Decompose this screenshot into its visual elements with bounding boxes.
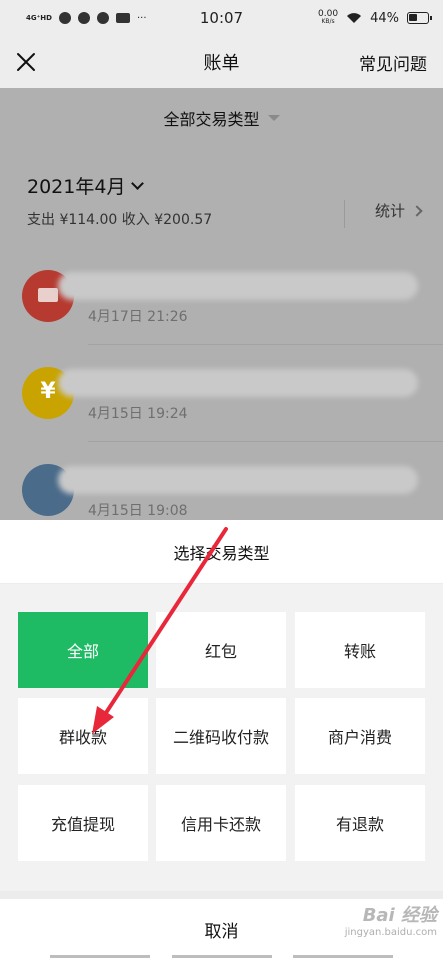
chevron-down-icon — [131, 176, 145, 190]
compass-icon — [96, 12, 109, 24]
option-qr-payment[interactable]: 二维码收付款 — [156, 698, 286, 774]
list-item[interactable]: 4月17日 21:26 — [0, 248, 443, 345]
type-options-grid: 全部 红包 转账 群收款 二维码收付款 商户消费 充值提现 信用卡还款 有退款 — [0, 584, 443, 891]
transaction-time: 4月15日 19:08 — [88, 503, 188, 519]
battery-icon — [407, 12, 432, 24]
month-summary: 2021年4月 支出 ¥114.00 收入 ¥200.57 — [0, 148, 443, 248]
stats-link[interactable]: 统计 — [374, 200, 423, 221]
wechat-icon — [77, 12, 90, 24]
watermark: Bai 经验 jingyan.baidu.com — [345, 901, 437, 938]
nav-gesture-bar — [293, 955, 393, 958]
bill-content-dimmed: 全部交易类型 2021年4月 支出 ¥114.00 收入 ¥200.57 统计 … — [0, 88, 443, 520]
chevron-right-icon — [411, 204, 423, 217]
blurred-merchant-name — [58, 466, 418, 494]
nav-gesture-bar — [172, 955, 272, 958]
month-selector[interactable]: 2021年4月 — [27, 172, 416, 199]
battery-percent: 44% — [370, 10, 399, 26]
option-all[interactable]: 全部 — [18, 612, 148, 688]
signal-bars-icon — [58, 12, 71, 24]
nav-bar: 账单 常见问题 — [0, 36, 443, 88]
stats-label: 统计 — [374, 202, 405, 220]
divider — [344, 200, 345, 228]
network-speed: 0.00 KB/s — [318, 10, 338, 26]
month-label: 2021年4月 — [27, 176, 126, 198]
option-transfer[interactable]: 转账 — [295, 612, 425, 688]
status-right: 0.00 KB/s 44% — [318, 10, 432, 26]
option-topup-withdraw[interactable]: 充值提现 — [18, 785, 148, 861]
option-merchant[interactable]: 商户消费 — [295, 698, 425, 774]
option-credit-card[interactable]: 信用卡还款 — [156, 785, 286, 861]
page-title: 账单 — [203, 53, 240, 74]
divider — [0, 891, 443, 899]
watermark-url: jingyan.baidu.com — [344, 927, 437, 938]
blurred-merchant-name — [58, 369, 418, 397]
filter-label: 全部交易类型 — [163, 110, 260, 129]
watermark-logo: Bai 经验 — [362, 905, 437, 926]
blurred-merchant-name — [58, 272, 418, 300]
network-speed-unit: KB/s — [321, 18, 335, 25]
sheet-title: 选择交易类型 — [0, 520, 443, 584]
app-notification-icon — [115, 13, 130, 23]
list-item[interactable]: 4月15日 19:08 — [0, 442, 443, 520]
transaction-list: 4月17日 21:26 ¥ 4月15日 19:24 4月15日 19:08 — [0, 248, 443, 520]
transaction-time: 4月17日 21:26 — [88, 309, 188, 325]
status-bar: 4G⁺HD ··· 10:07 0.00 KB/s 44% — [0, 0, 443, 36]
caret-down-icon — [267, 115, 280, 121]
status-left: 4G⁺HD ··· — [26, 12, 147, 24]
wifi-icon — [347, 13, 362, 23]
list-item[interactable]: ¥ 4月15日 19:24 — [0, 345, 443, 442]
nav-gesture-bar — [50, 955, 150, 958]
option-red-packet[interactable]: 红包 — [156, 612, 286, 688]
option-group-collection[interactable]: 群收款 — [18, 698, 148, 774]
close-icon[interactable] — [12, 48, 40, 76]
option-refund[interactable]: 有退款 — [295, 785, 425, 861]
transaction-type-filter[interactable]: 全部交易类型 — [0, 88, 443, 148]
income-expense-summary: 支出 ¥114.00 收入 ¥200.57 — [27, 212, 213, 228]
more-notifications-icon: ··· — [136, 12, 147, 24]
transaction-time: 4月15日 19:24 — [88, 406, 188, 422]
faq-link[interactable]: 常见问题 — [359, 50, 427, 75]
transaction-type-sheet: 选择交易类型 全部 红包 转账 群收款 二维码收付款 商户消费 充值提现 信用卡… — [0, 520, 443, 960]
network-indicator: 4G⁺HD — [26, 13, 52, 22]
